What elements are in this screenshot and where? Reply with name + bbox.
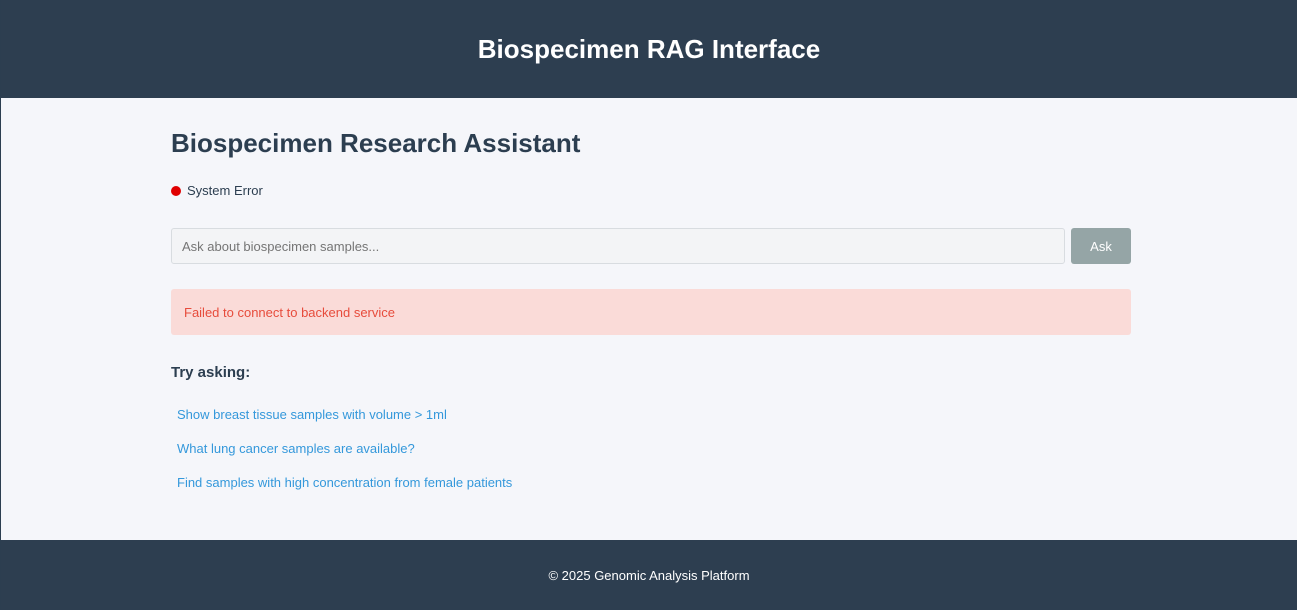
main-content: Biospecimen Research Assistant System Er… (1, 98, 1297, 540)
error-message: Failed to connect to backend service (171, 289, 1131, 335)
app-title: Biospecimen RAG Interface (477, 33, 821, 64)
suggestions-list: Show breast tissue samples with volume >… (177, 407, 512, 509)
footer-text: © 2025 Genomic Analysis Platform (548, 567, 750, 583)
error-text: Failed to connect to backend service (184, 304, 396, 320)
status-indicator: System Error (171, 183, 263, 198)
suggestion-item[interactable]: What lung cancer samples are available? (177, 441, 512, 475)
status-dot-icon (171, 185, 181, 196)
app-header: Biospecimen RAG Interface (1, 0, 1297, 98)
ask-button[interactable]: Ask (1071, 228, 1131, 264)
status-label: System Error (187, 183, 263, 198)
page-title: Biospecimen Research Assistant (171, 128, 581, 158)
app-footer: © 2025 Genomic Analysis Platform (1, 540, 1297, 610)
page: Biospecimen RAG Interface Biospecimen Re… (0, 0, 1297, 610)
suggestion-item[interactable]: Show breast tissue samples with volume >… (177, 407, 512, 441)
suggestions-heading: Try asking: (171, 364, 251, 381)
query-form: Ask (171, 228, 1131, 264)
suggestion-item[interactable]: Find samples with high concentration fro… (177, 475, 512, 509)
query-input[interactable] (171, 228, 1065, 264)
